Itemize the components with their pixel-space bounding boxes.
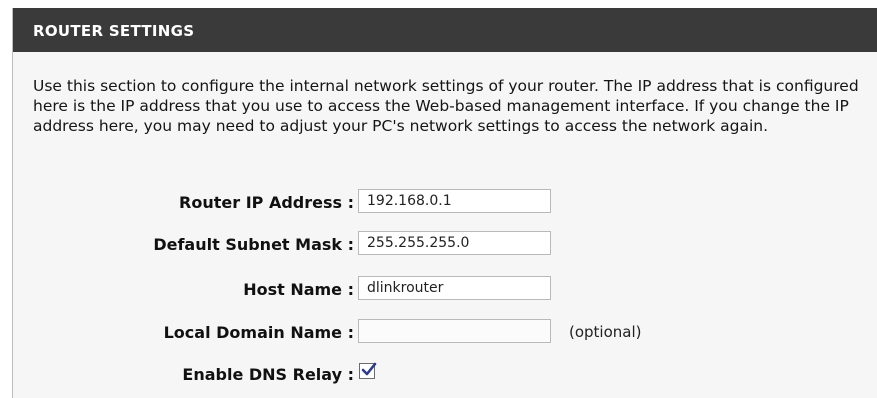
checkmark-icon <box>361 362 377 376</box>
section-title-bar: ROUTER SETTINGS <box>13 8 877 52</box>
host-name-row: Host Name : <box>13 276 877 306</box>
section-title: ROUTER SETTINGS <box>33 22 195 40</box>
subnet-mask-label: Default Subnet Mask : <box>153 235 354 254</box>
optional-hint: (optional) <box>569 323 642 341</box>
section-description: Use this section to configure the intern… <box>33 77 859 135</box>
router-ip-row: Router IP Address : <box>13 189 877 219</box>
router-ip-label: Router IP Address : <box>179 193 354 212</box>
dns-relay-label: Enable DNS Relay : <box>182 365 354 384</box>
host-name-label: Host Name : <box>243 280 354 299</box>
subnet-mask-row: Default Subnet Mask : <box>13 231 877 261</box>
dns-relay-row: Enable DNS Relay : <box>13 361 877 391</box>
local-domain-row: Local Domain Name : (optional) <box>13 319 877 349</box>
router-settings-panel: ROUTER SETTINGS Use this section to conf… <box>12 8 877 398</box>
local-domain-input[interactable] <box>358 319 551 343</box>
local-domain-label: Local Domain Name : <box>163 323 354 342</box>
dns-relay-checkbox[interactable] <box>359 362 377 379</box>
host-name-input[interactable] <box>358 276 551 300</box>
subnet-mask-input[interactable] <box>358 231 551 255</box>
router-ip-input[interactable] <box>358 189 551 213</box>
